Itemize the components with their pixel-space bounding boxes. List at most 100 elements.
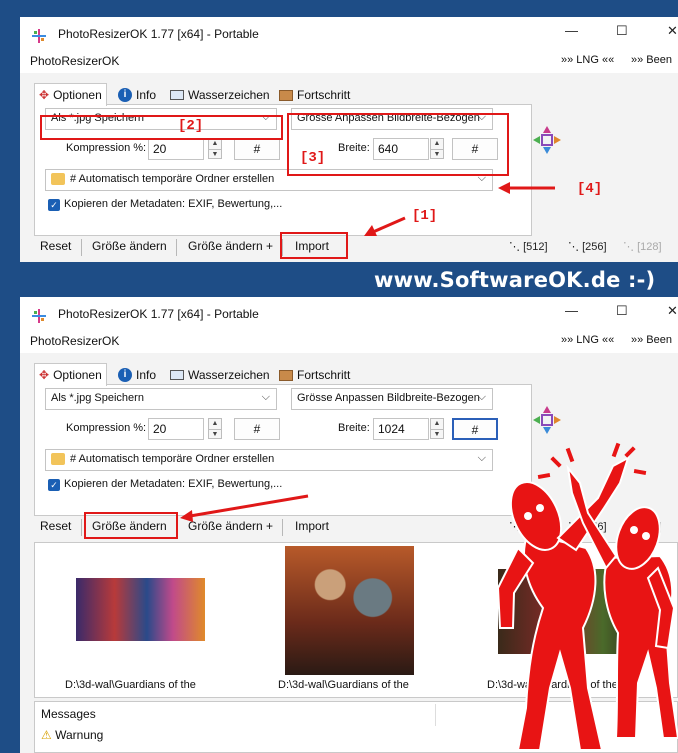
divider <box>435 704 436 726</box>
tab-progress[interactable]: Fortschritt <box>275 85 350 105</box>
resize-mode-select[interactable]: Grösse Anpassen Bildbreite-Bezogen ⌵ <box>291 388 493 410</box>
spin-down-icon[interactable]: ▼ <box>209 429 221 439</box>
language-menu[interactable]: »» LNG «« <box>561 54 614 66</box>
progress-icon <box>279 369 293 381</box>
thumbnail-caption: D:\3d-wal\Guardians of the <box>65 679 196 691</box>
annotation-arrows <box>364 182 555 236</box>
info-icon: i <box>118 88 132 102</box>
metadata-checkbox[interactable]: ✓ <box>48 479 60 491</box>
highlight-resize-button <box>84 512 178 539</box>
metadata-label: Kopieren der Metadaten: EXIF, Bewertung,… <box>64 478 283 490</box>
title-bar: PhotoResizerOK 1.77 [x64] - Portable — ☐… <box>20 17 678 53</box>
language-menu[interactable]: »» LNG «« <box>561 334 614 346</box>
reset-button[interactable]: Reset <box>40 239 71 253</box>
app-logo-icon <box>533 126 561 154</box>
info-icon: i <box>118 368 132 382</box>
resize-plus-button[interactable]: Größe ändern + <box>188 239 273 253</box>
menu-bar: PhotoResizerOK »» LNG «« »» Been <box>20 333 678 353</box>
quit-menu[interactable]: »» Been <box>631 54 672 66</box>
compression-input[interactable]: 20 <box>148 418 204 440</box>
compression-stepper[interactable]: ▲ ▼ <box>208 138 222 159</box>
title-bar: PhotoResizerOK 1.77 [x64] - Portable — ☐… <box>20 297 678 333</box>
highlight-resize-settings <box>287 113 509 176</box>
progress-icon <box>279 89 293 101</box>
reset-button[interactable]: Reset <box>40 519 71 533</box>
tab-info[interactable]: i Info <box>114 365 156 385</box>
maximize-button[interactable]: ☐ <box>616 303 628 319</box>
metadata-checkbox[interactable]: ✓ <box>48 199 60 211</box>
tab-label: Wasserzeichen <box>188 88 270 102</box>
tab-watermark[interactable]: Wasserzeichen <box>166 85 270 105</box>
tab-label: Optionen <box>53 88 102 102</box>
tab-label: Fortschritt <box>297 368 351 382</box>
spin-up-icon[interactable]: ▲ <box>209 419 221 429</box>
minimize-button[interactable]: — <box>565 303 578 318</box>
close-button[interactable]: ✕ <box>667 23 678 39</box>
compression-hash-button[interactable]: # <box>234 418 280 440</box>
width-hash-button[interactable]: # <box>452 418 498 440</box>
tab-label: Wasserzeichen <box>188 368 270 382</box>
thumbnail-image[interactable] <box>76 578 205 641</box>
divider <box>81 239 82 256</box>
tab-watermark[interactable]: Wasserzeichen <box>166 365 270 385</box>
window-title: PhotoResizerOK 1.77 [x64] - Portable <box>58 27 259 41</box>
watermark-icon <box>170 370 184 380</box>
options-icon: ✥ <box>39 368 50 382</box>
warning-icon: ⚠ <box>41 728 52 742</box>
brand-watermark: www.SoftwareOK.de :-) <box>374 268 656 292</box>
spin-up-icon[interactable]: ▲ <box>209 139 221 149</box>
tab-options[interactable]: ✥ Optionen <box>34 363 107 386</box>
tab-progress[interactable]: Fortschritt <box>275 365 350 385</box>
thumbnail-image[interactable] <box>285 546 414 675</box>
divider <box>176 239 177 256</box>
tab-label: Info <box>136 88 157 102</box>
zoom-128-button[interactable]: ⋱ [128] <box>623 240 662 253</box>
spin-up-icon[interactable]: ▲ <box>431 419 443 429</box>
tab-label: Optionen <box>53 368 102 382</box>
thumbnail-caption: D:\3d-wal\Guardians of the <box>278 679 409 691</box>
messages-header: Messages <box>41 707 96 721</box>
resize-button[interactable]: Größe ändern <box>92 239 167 253</box>
compression-hash-button[interactable]: # <box>234 138 280 160</box>
watermark-icon <box>170 90 184 100</box>
app-icon <box>32 29 46 43</box>
annotation-4: [4] <box>577 181 603 197</box>
tab-label: Fortschritt <box>297 88 351 102</box>
warning-row[interactable]: ⚠ Warnung <box>41 728 103 742</box>
annotation-arrow-resize <box>180 494 309 522</box>
tab-info[interactable]: i Info <box>114 85 156 105</box>
chevron-down-icon: ⌵ <box>477 452 486 464</box>
highlight-save-format <box>40 115 283 140</box>
maximize-button[interactable]: ☐ <box>616 23 628 39</box>
minimize-button[interactable]: — <box>565 23 578 38</box>
tab-options[interactable]: ✥ Optionen <box>34 83 107 106</box>
chevron-down-icon: ⌵ <box>477 391 486 403</box>
app-name-label: PhotoResizerOK <box>30 54 120 68</box>
folder-select[interactable]: # Automatisch temporäre Ordner erstellen… <box>45 449 493 471</box>
folder-icon <box>51 173 65 185</box>
options-icon: ✥ <box>39 88 50 102</box>
save-format-select[interactable]: Als *.jpg Speichern ⌵ <box>45 388 277 410</box>
metadata-label: Kopieren der Metadaten: EXIF, Bewertung,… <box>64 198 283 210</box>
tab-strip: ✥ Optionen i Info Wasserzeichen Fortschrit… <box>34 83 674 106</box>
chevron-down-icon: ⌵ <box>261 391 270 403</box>
width-label: Breite: <box>338 422 370 434</box>
action-bar: Reset Größe ändern Größe ändern + Import… <box>20 235 678 261</box>
spin-down-icon[interactable]: ▼ <box>209 149 221 159</box>
spin-down-icon[interactable]: ▼ <box>431 429 443 439</box>
quit-menu[interactable]: »» Been <box>631 334 672 346</box>
compression-label: Kompression %: <box>66 142 147 154</box>
annotation-3: [3] <box>300 150 326 166</box>
width-input[interactable]: 1024 <box>373 418 429 440</box>
compression-input[interactable]: 20 <box>148 138 204 160</box>
width-stepper[interactable]: ▲ ▼ <box>430 418 444 439</box>
close-button[interactable]: ✕ <box>667 303 678 319</box>
app-logo-icon <box>533 406 561 434</box>
select-value: # Automatisch temporäre Ordner erstellen <box>70 453 275 465</box>
highlight-import <box>280 232 348 259</box>
zoom-256-button[interactable]: ⋱ [256] <box>568 240 607 253</box>
window-title: PhotoResizerOK 1.77 [x64] - Portable <box>58 307 259 321</box>
tab-strip: ✥ Optionen i Info Wasserzeichen Fortschrit… <box>34 363 674 386</box>
warning-label: Warnung <box>55 728 104 742</box>
compression-stepper[interactable]: ▲ ▼ <box>208 418 222 439</box>
